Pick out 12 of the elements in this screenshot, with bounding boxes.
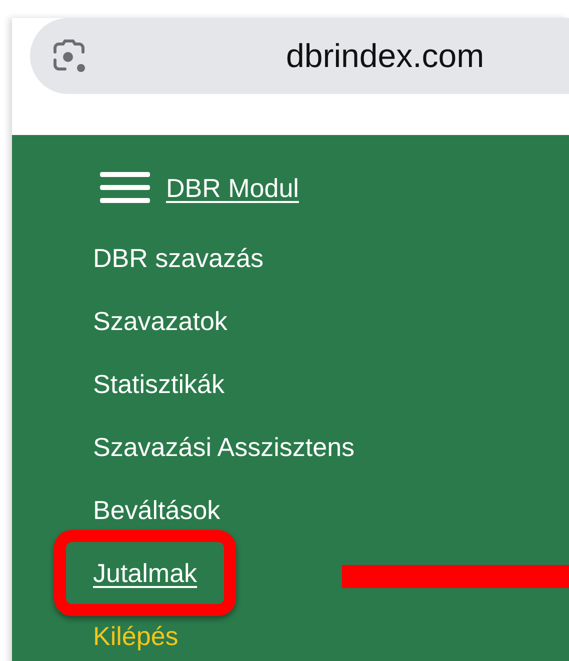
menu-link[interactable]: Beváltások (93, 495, 220, 525)
menu-link[interactable]: Szavazatok (93, 306, 228, 336)
camera-search-icon[interactable] (52, 39, 86, 73)
menu-link[interactable]: Szavazási Asszisztens (93, 432, 355, 462)
menu-icon[interactable] (100, 171, 150, 205)
menu-title-link[interactable]: DBR Modul (166, 168, 299, 208)
logout-link[interactable]: Kilépés (93, 621, 178, 651)
menu-link[interactable]: Jutalmak (93, 558, 198, 588)
menu-link[interactable]: DBR szavazás (93, 243, 264, 273)
menu-link[interactable]: Statisztikák (93, 369, 224, 399)
url-text: dbrindex.com (286, 36, 484, 76)
address-bar[interactable]: dbrindex.com (30, 18, 569, 94)
